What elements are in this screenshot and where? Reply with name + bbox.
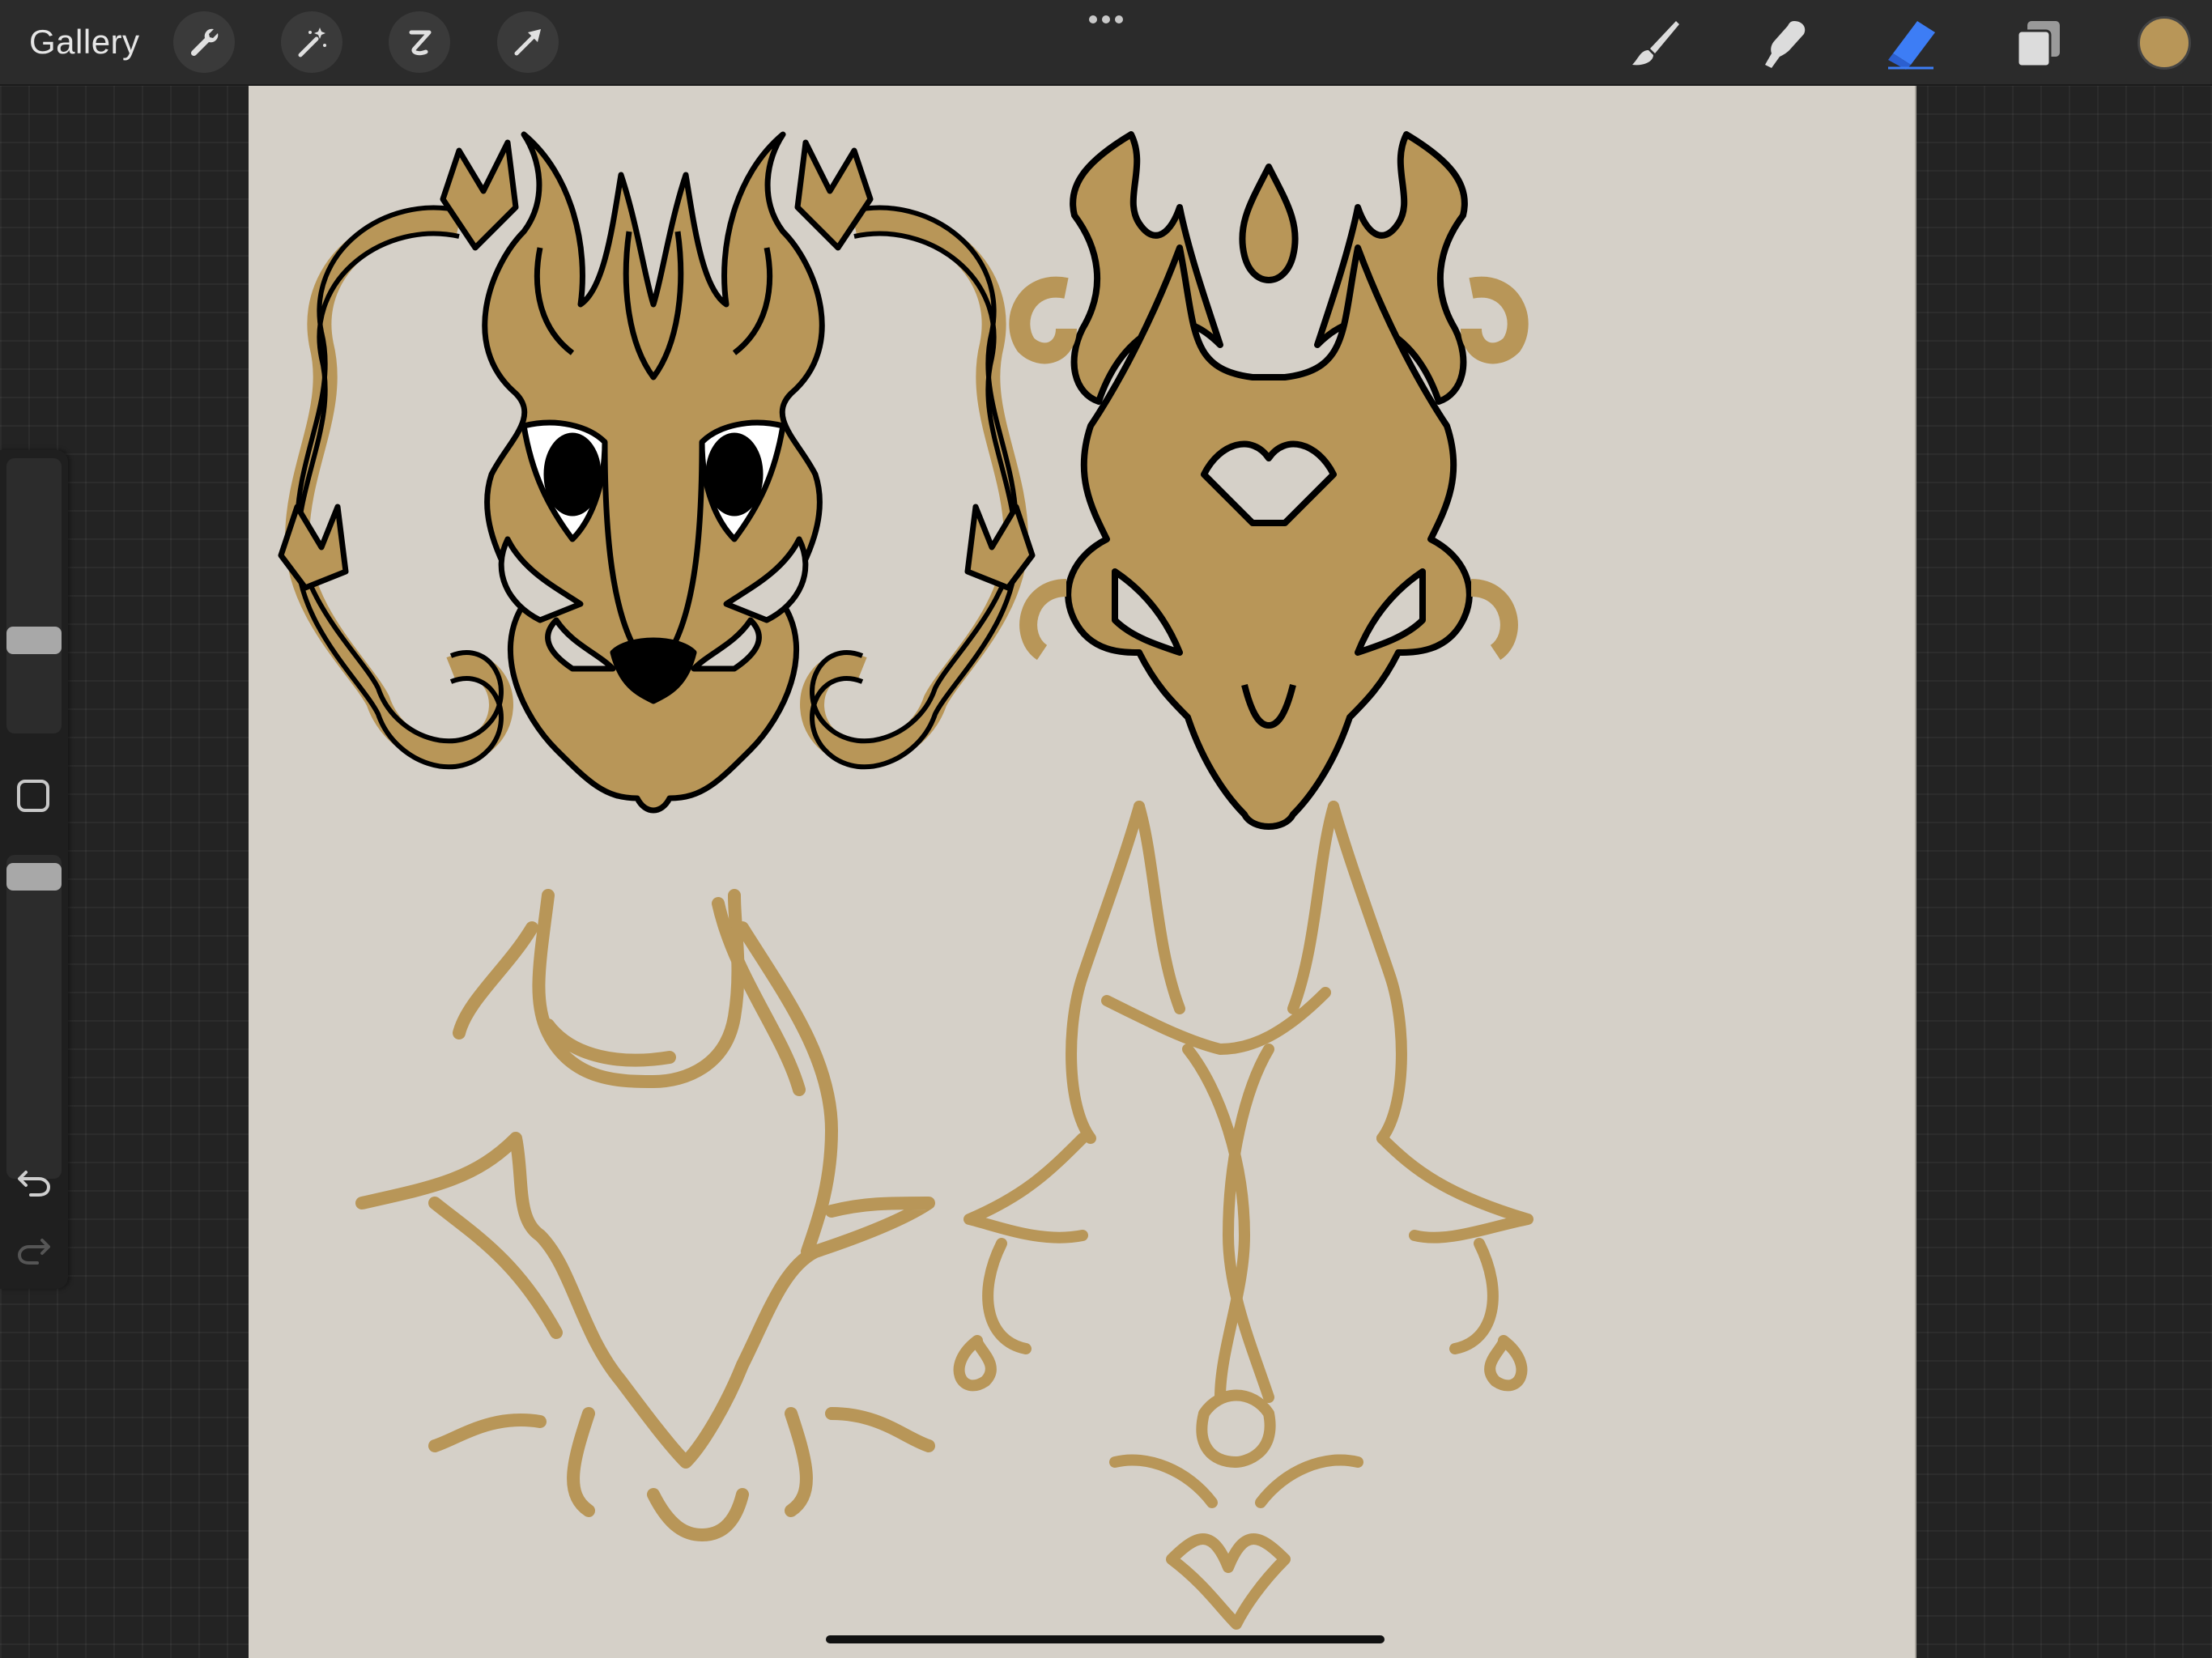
brush-size-slider-handle[interactable] [6,627,62,654]
opacity-slider-handle[interactable] [6,863,62,891]
selection-button[interactable] [389,11,450,73]
fox-face-ornate-drawing [278,131,1036,814]
brush-tool-button[interactable] [1623,11,1687,76]
eraser-icon [1888,21,1935,70]
more-options-dots-icon[interactable] [1086,10,1126,29]
artwork [278,131,1534,1630]
layers-button[interactable] [2006,11,2071,76]
wrench-icon [190,28,219,57]
gallery-button[interactable]: Gallery [29,18,140,66]
smudge-tool-button[interactable] [1750,11,1815,76]
color-picker-swatch[interactable] [2138,16,2191,70]
procreate-app: Gallery [0,0,2212,1658]
redo-icon[interactable] [15,1229,53,1268]
brush-icon [1632,21,1679,66]
left-sidebar [0,450,68,1289]
eraser-tool-button[interactable] [1878,11,1943,76]
home-indicator[interactable] [826,1635,1385,1643]
brush-size-slider[interactable] [6,458,62,733]
magic-wand-icon [298,28,326,57]
layers-icon [2016,21,2060,68]
adjustments-button[interactable] [281,11,342,73]
undo-icon[interactable] [15,1161,53,1200]
fox-outline-sketch-left [355,889,935,1541]
drawing-canvas[interactable] [249,86,1915,1658]
ornate-beast-drawing [1009,131,1529,830]
fox-outline-sketch-right [953,801,1534,1630]
top-toolbar: Gallery [0,0,2212,86]
selection-icon [409,30,432,56]
smudge-icon [1765,21,1806,68]
actions-button[interactable] [173,11,235,73]
transform-arrow-icon [514,29,541,56]
modify-button[interactable] [17,780,49,812]
opacity-slider[interactable] [6,855,62,1179]
transform-button[interactable] [497,11,559,73]
canvas-edge-line [1915,86,1916,1658]
